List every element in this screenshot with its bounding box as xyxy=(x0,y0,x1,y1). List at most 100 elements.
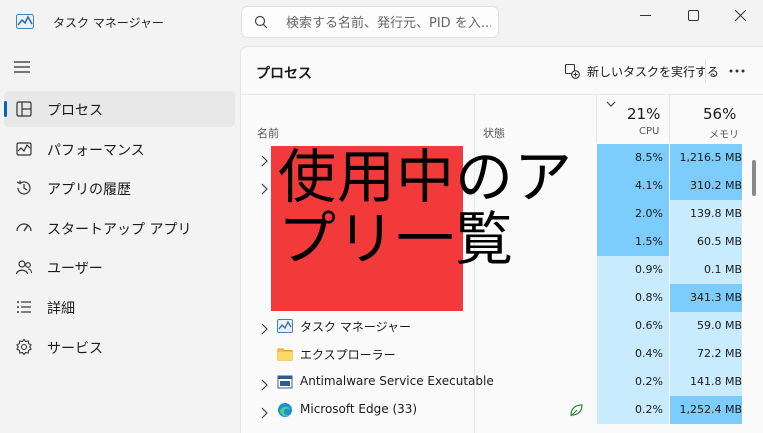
memory-cell: 341.3 MB xyxy=(670,284,742,312)
app-title: タスク マネージャー xyxy=(53,16,164,30)
sidebar-item-startup-apps[interactable]: スタートアップ アプリ xyxy=(4,210,235,246)
cpu-total-percent[interactable]: 21% xyxy=(627,105,660,123)
expand-chevron-icon[interactable] xyxy=(260,180,268,195)
memory-cell: 1,216.5 MB xyxy=(670,144,742,172)
memory-cell: 59.0 MB xyxy=(670,312,742,340)
task-manager-app-icon xyxy=(16,14,34,29)
scrollbar-thumb[interactable] xyxy=(752,160,756,196)
title-bar: タスク マネージャー xyxy=(0,0,763,46)
expand-chevron-icon[interactable] xyxy=(260,320,268,335)
sidebar-item-app-history[interactable]: アプリの履歴 xyxy=(4,170,235,206)
memory-value: 60.5 MB xyxy=(696,235,742,248)
memory-value: 139.8 MB xyxy=(689,207,742,220)
column-divider xyxy=(596,94,597,143)
search-input[interactable] xyxy=(286,13,491,33)
memory-cell: 72.2 MB xyxy=(670,340,742,368)
cpu-value: 0.2% xyxy=(635,403,663,416)
edge-icon xyxy=(277,402,293,418)
sidebar-item-label: プロセス xyxy=(47,103,103,119)
services-icon xyxy=(16,338,32,356)
more-options-icon xyxy=(729,69,745,73)
memory-cell: 141.8 MB xyxy=(670,368,742,396)
memory-value: 72.2 MB xyxy=(696,347,742,360)
column-header-memory[interactable]: メモリ xyxy=(709,126,739,141)
service-app-icon xyxy=(277,374,293,390)
expand-chevron-icon[interactable] xyxy=(260,152,268,167)
expand-chevron-icon[interactable] xyxy=(260,376,268,391)
memory-cell: 1,252.4 MB xyxy=(670,396,742,424)
cpu-value: 0.2% xyxy=(635,375,663,388)
process-name: タスク マネージャー xyxy=(300,320,411,334)
users-icon xyxy=(15,260,33,275)
close-icon xyxy=(734,9,746,21)
cpu-cell: 4.1% xyxy=(597,172,669,200)
cpu-cell: 0.2% xyxy=(597,396,669,424)
memory-value: 1,216.5 MB xyxy=(679,151,742,164)
search-icon xyxy=(254,15,268,29)
memory-value: 59.0 MB xyxy=(696,319,742,332)
table-row[interactable]: Antimalware Service Executable 0.2% 141.8 … xyxy=(241,368,763,396)
cpu-cell: 1.5% xyxy=(597,228,669,256)
sidebar-item-label: サービス xyxy=(47,341,103,357)
process-name: エクスプローラー xyxy=(300,348,396,362)
minimize-button[interactable] xyxy=(622,0,668,30)
run-new-task-button[interactable]: 新しいタスクを実行する xyxy=(564,59,719,83)
cpu-value: 0.6% xyxy=(635,319,663,332)
folder-icon xyxy=(277,346,293,362)
efficiency-leaf-icon xyxy=(568,402,584,418)
cpu-cell: 2.0% xyxy=(597,200,669,228)
run-task-label: 新しいタスクを実行する xyxy=(587,64,720,79)
maximize-button[interactable] xyxy=(670,0,716,30)
table-header: 名前 状態 21% CPU 56% メモリ xyxy=(241,94,763,143)
active-indicator xyxy=(4,101,7,117)
cpu-value: 0.9% xyxy=(635,263,663,276)
more-options-button[interactable] xyxy=(725,62,749,80)
column-header-name[interactable]: 名前 xyxy=(257,125,279,141)
run-task-icon xyxy=(564,63,580,79)
sidebar-item-label: ユーザー xyxy=(47,261,103,277)
cpu-cell: 0.9% xyxy=(597,256,669,284)
task-manager-icon xyxy=(277,318,293,334)
close-button[interactable] xyxy=(717,0,763,30)
sidebar-item-label: 詳細 xyxy=(47,301,75,317)
table-row[interactable]: エクスプローラー 0.4% 72.2 MB xyxy=(241,340,763,368)
sidebar-item-users[interactable]: ユーザー xyxy=(4,249,235,285)
sidebar-item-label: アプリの履歴 xyxy=(47,182,131,198)
minimize-icon xyxy=(639,14,651,16)
search-box[interactable] xyxy=(241,6,499,38)
expand-chevron-icon[interactable] xyxy=(260,404,268,419)
sidebar: プロセス パフォーマンス アプリの履歴 スタートアップ アプリ ユーザー 詳細 … xyxy=(0,46,240,433)
table-row[interactable]: Microsoft Edge (33) 0.2% 1,252.4 MB xyxy=(241,396,763,424)
cpu-cell: 0.6% xyxy=(597,312,669,340)
overlay-caption: 使用中のアプリ一覧 xyxy=(278,143,574,273)
page-title: プロセス xyxy=(256,66,312,82)
table-row[interactable]: タスク マネージャー 0.6% 59.0 MB xyxy=(241,312,763,340)
sidebar-item-services[interactable]: サービス xyxy=(4,329,235,365)
cpu-value: 1.5% xyxy=(635,235,663,248)
column-divider xyxy=(669,94,670,143)
cpu-cell: 0.2% xyxy=(597,368,669,396)
cpu-value: 0.8% xyxy=(635,291,663,304)
column-header-cpu[interactable]: CPU xyxy=(639,126,659,137)
maximize-icon xyxy=(687,9,699,21)
sidebar-item-label: スタートアップ アプリ xyxy=(47,222,192,238)
memory-value: 310.2 MB xyxy=(689,179,742,192)
column-header-status[interactable]: 状態 xyxy=(483,125,505,141)
sidebar-item-processes[interactable]: プロセス xyxy=(4,91,235,127)
memory-cell: 0.1 MB xyxy=(670,256,742,284)
memory-cell: 139.8 MB xyxy=(670,200,742,228)
details-icon xyxy=(17,301,31,313)
sidebar-item-details[interactable]: 詳細 xyxy=(4,289,235,325)
cpu-value: 8.5% xyxy=(635,151,663,164)
memory-value: 1,252.4 MB xyxy=(679,403,742,416)
sidebar-item-label: パフォーマンス xyxy=(47,143,145,159)
memory-total-percent[interactable]: 56% xyxy=(703,105,736,123)
process-name: Microsoft Edge (33) xyxy=(300,402,418,416)
cpu-value: 2.0% xyxy=(635,207,663,220)
performance-icon xyxy=(16,142,32,156)
history-icon xyxy=(16,180,31,195)
memory-cell: 60.5 MB xyxy=(670,228,742,256)
sidebar-item-performance[interactable]: パフォーマンス xyxy=(4,131,235,167)
cpu-cell: 8.5% xyxy=(597,144,669,172)
hamburger-menu-icon[interactable] xyxy=(14,61,30,73)
